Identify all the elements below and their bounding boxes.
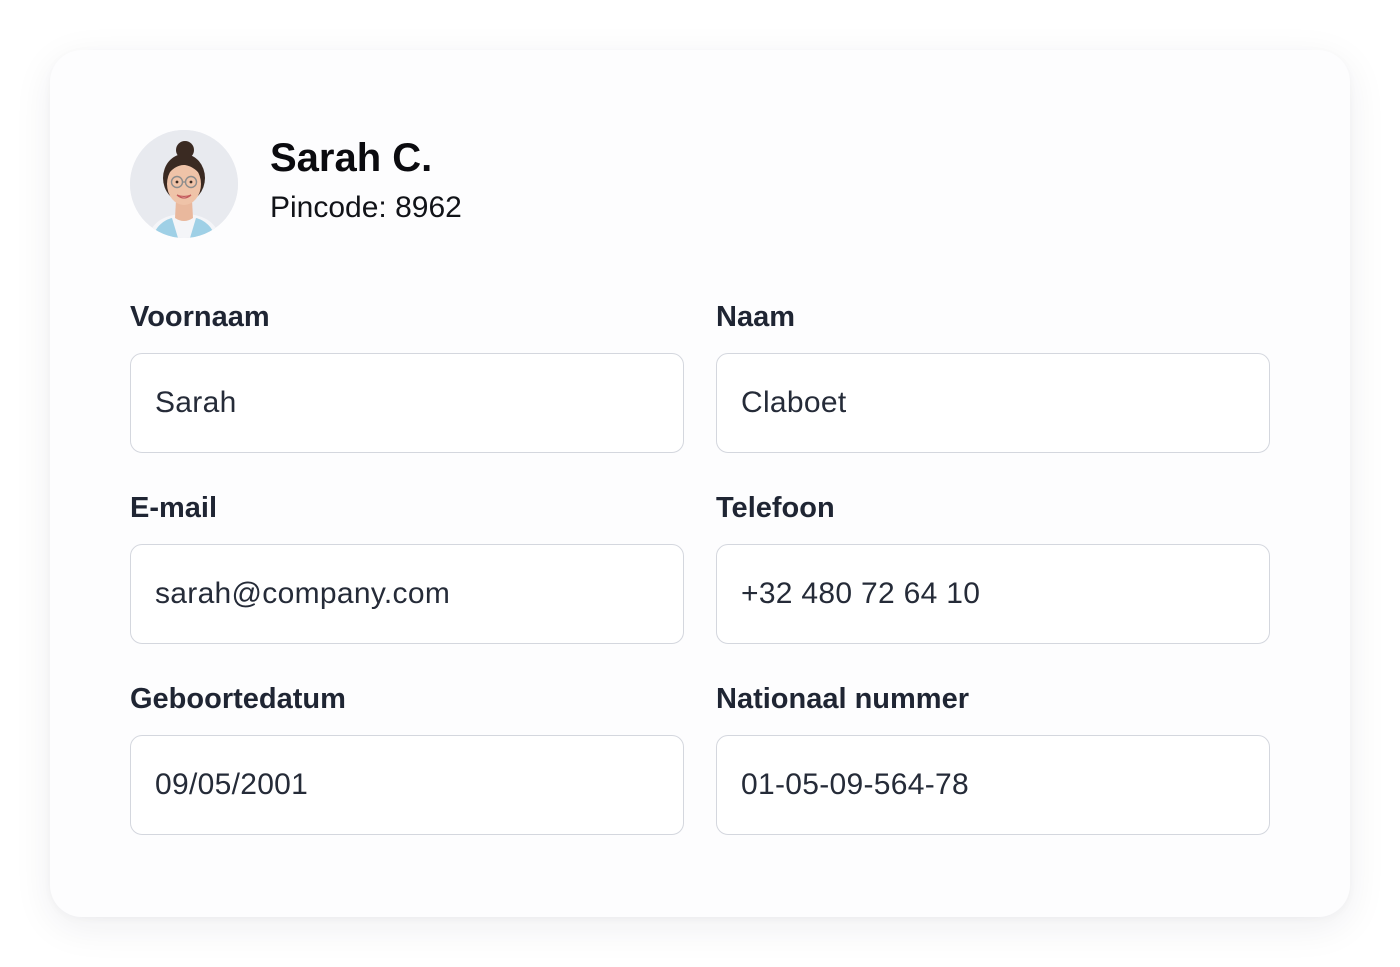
birthdate-input[interactable]	[130, 735, 684, 835]
profile-header: Sarah C. Pincode: 8962	[130, 130, 462, 238]
field-nationaal-nummer: Nationaal nummer	[716, 682, 1270, 835]
field-label: Voornaam	[130, 301, 270, 333]
last-name-input[interactable]	[716, 353, 1270, 453]
profile-form: Voornaam Naam E-mail Telefoon Geboorteda…	[130, 300, 1270, 835]
national-number-input[interactable]	[716, 735, 1270, 835]
profile-name: Sarah C.	[270, 136, 433, 180]
avatar-photo	[130, 130, 238, 238]
field-label: Naam	[716, 301, 795, 333]
profile-card: Sarah C. Pincode: 8962 Voornaam Naam E-m…	[50, 50, 1350, 917]
profile-pincode: Pincode: 8962	[270, 191, 462, 224]
phone-input[interactable]	[716, 544, 1270, 644]
first-name-input[interactable]	[130, 353, 684, 453]
field-label: Telefoon	[716, 492, 835, 524]
field-naam: Naam	[716, 300, 1270, 453]
field-label: E-mail	[130, 492, 218, 524]
field-label: Geboortedatum	[130, 683, 346, 715]
field-voornaam: Voornaam	[130, 300, 684, 453]
field-label: Nationaal nummer	[716, 683, 969, 715]
field-telefoon: Telefoon	[716, 491, 1270, 644]
field-geboortedatum: Geboortedatum	[130, 682, 684, 835]
field-email: E-mail	[130, 491, 684, 644]
avatar	[130, 130, 238, 238]
email-input[interactable]	[130, 544, 684, 644]
profile-info: Sarah C. Pincode: 8962	[270, 136, 462, 226]
